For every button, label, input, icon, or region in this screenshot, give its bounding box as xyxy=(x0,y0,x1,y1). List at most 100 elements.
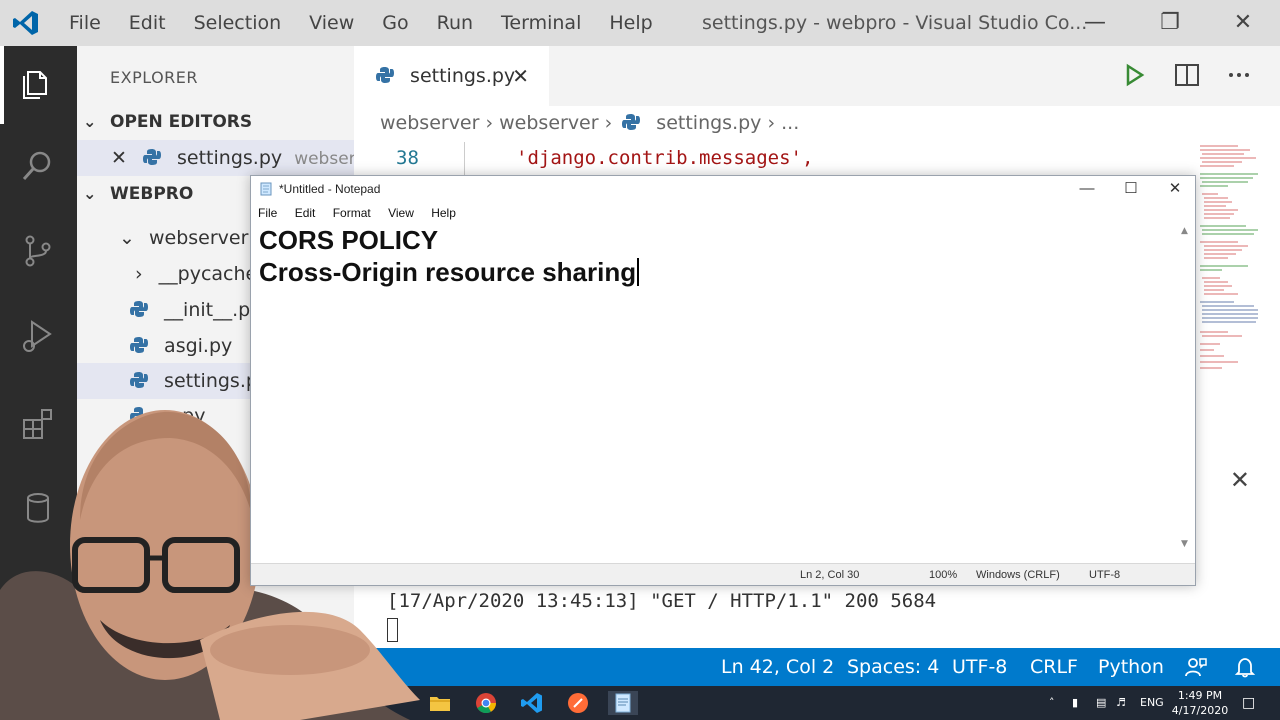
vscode-logo-icon xyxy=(13,11,38,35)
status-eol[interactable]: CRLF xyxy=(1030,648,1078,686)
notepad-menu-help[interactable]: Help xyxy=(431,206,456,220)
explorer-title: EXPLORER xyxy=(110,68,198,87)
breadcrumb-item[interactable]: ... xyxy=(781,112,799,134)
chevron-right-icon: › xyxy=(604,112,619,134)
notepad-menu-bar: File Edit Format View Help xyxy=(251,202,1195,224)
notepad-line: Cross-Origin resource sharing xyxy=(259,257,637,287)
tree-item-label: __init__.py xyxy=(164,299,262,321)
breadcrumb-item[interactable]: webserver xyxy=(499,112,598,134)
notepad-taskbar-icon[interactable] xyxy=(608,691,638,715)
menu-terminal[interactable]: Terminal xyxy=(487,12,595,34)
notepad-menu-view[interactable]: View xyxy=(388,206,414,220)
status-language[interactable]: Python xyxy=(1098,648,1164,686)
chevron-up-icon[interactable]: ˄ xyxy=(1049,686,1055,720)
vscode-taskbar-icon[interactable] xyxy=(520,691,544,715)
tab-label: settings.py xyxy=(410,65,516,87)
title-bar: File Edit Selection View Go Run Terminal… xyxy=(0,0,1280,46)
status-cursor-position[interactable]: Ln 42, Col 2 xyxy=(721,648,834,686)
minimize-button[interactable]: — xyxy=(1080,8,1110,38)
notepad-eol: Windows (CRLF) xyxy=(976,569,1060,581)
split-editor-icon[interactable] xyxy=(1172,60,1202,90)
notepad-minimize-button[interactable]: — xyxy=(1067,176,1107,202)
menu-selection[interactable]: Selection xyxy=(180,12,296,34)
close-button[interactable]: ✕ xyxy=(1228,8,1258,38)
explorer-icon[interactable] xyxy=(18,64,58,104)
close-icon[interactable]: ✕ xyxy=(111,147,127,169)
text-caret xyxy=(637,258,640,286)
close-icon[interactable]: ✕ xyxy=(512,46,529,106)
notepad-maximize-button[interactable]: ☐ xyxy=(1111,176,1151,202)
tree-item-label: __pycache xyxy=(158,263,258,285)
python-file-icon xyxy=(376,67,394,83)
menu-help[interactable]: Help xyxy=(595,12,666,34)
notepad-zoom: 100% xyxy=(929,569,958,581)
menu-bar: File Edit Selection View Go Run Terminal… xyxy=(55,0,667,46)
notepad-title: *Untitled - Notepad xyxy=(279,182,381,196)
window-title: settings.py - webpro - Visual Studio Co.… xyxy=(702,12,1088,34)
terminal-line: [17/Apr/2020 13:45:13] "GET / HTTP/1.1" … xyxy=(387,590,937,612)
source-control-icon[interactable] xyxy=(18,231,58,271)
postman-icon[interactable] xyxy=(566,691,590,715)
code-line: 'django.contrib.messages', xyxy=(516,147,814,169)
active-indicator xyxy=(0,46,4,124)
notepad-menu-edit[interactable]: Edit xyxy=(295,206,316,220)
chevron-down-icon: ⌄ xyxy=(83,184,97,203)
notepad-window: *Untitled - Notepad — ☐ ✕ File Edit Form… xyxy=(250,175,1196,586)
open-editor-item[interactable]: ✕ settings.py webser... xyxy=(77,140,354,176)
line-number: 38 xyxy=(396,147,419,169)
run-debug-icon[interactable] xyxy=(18,316,58,356)
taskbar-clock[interactable]: 1:49 PM 4/17/2020 xyxy=(1170,688,1230,718)
notepad-text-area[interactable]: CORS POLICY Cross-Origin resource sharing xyxy=(259,224,1169,549)
search-icon[interactable] xyxy=(18,146,58,186)
project-label: WEBPRO xyxy=(110,184,194,204)
breadcrumb-item[interactable]: webserver xyxy=(380,112,479,134)
chevron-right-icon: › xyxy=(135,263,143,285)
python-file-icon xyxy=(130,372,148,388)
notepad-encoding: UTF-8 xyxy=(1089,569,1121,581)
more-actions-icon[interactable] xyxy=(1224,60,1254,90)
notepad-line: CORS POLICY xyxy=(259,225,439,255)
notification-icon[interactable]: □ xyxy=(1242,686,1255,720)
menu-run[interactable]: Run xyxy=(423,12,487,34)
status-indentation[interactable]: Spaces: 4 xyxy=(847,648,939,686)
notepad-vertical-scrollbar[interactable]: ▲ ▼ xyxy=(1178,224,1195,551)
notepad-cursor-position: Ln 2, Col 30 xyxy=(800,569,860,581)
menu-view[interactable]: View xyxy=(295,12,368,34)
language-indicator[interactable]: ENG xyxy=(1140,686,1164,720)
chevron-right-icon: › xyxy=(767,112,782,134)
breadcrumb-item[interactable]: settings.py xyxy=(656,112,761,134)
bell-icon[interactable] xyxy=(1234,656,1256,678)
notepad-icon xyxy=(260,182,272,196)
notepad-status-bar: Ln 2, Col 30 100% Windows (CRLF) UTF-8 xyxy=(251,563,1195,585)
scroll-down-icon[interactable]: ▼ xyxy=(1181,539,1188,549)
run-icon[interactable] xyxy=(1119,60,1149,90)
menu-edit[interactable]: Edit xyxy=(115,12,180,34)
menu-go[interactable]: Go xyxy=(368,12,422,34)
python-file-icon xyxy=(130,301,148,317)
open-editors-label: OPEN EDITORS xyxy=(110,112,253,132)
notepad-close-button[interactable]: ✕ xyxy=(1155,176,1195,202)
feedback-icon[interactable] xyxy=(1184,656,1208,678)
scroll-up-icon[interactable]: ▲ xyxy=(1181,226,1188,236)
status-encoding[interactable]: UTF-8 xyxy=(952,648,1007,686)
restore-button[interactable]: ❐ xyxy=(1155,8,1185,38)
notepad-menu-format[interactable]: Format xyxy=(333,206,371,220)
breadcrumb: webserver › webserver › settings.py › ..… xyxy=(354,106,1280,142)
tree-item-label: asgi.py xyxy=(164,335,233,357)
battery-icon[interactable]: ▮ xyxy=(1072,686,1078,720)
chrome-icon[interactable] xyxy=(474,691,498,715)
network-icon[interactable]: ▤ xyxy=(1096,686,1106,720)
file-explorer-icon[interactable] xyxy=(428,691,452,715)
tab-settings[interactable]: settings.py ✕ xyxy=(354,46,549,106)
close-icon[interactable]: ✕ xyxy=(1230,466,1250,494)
python-file-icon xyxy=(142,149,161,165)
menu-file[interactable]: File xyxy=(55,12,115,34)
notepad-menu-file[interactable]: File xyxy=(258,206,277,220)
clock-date: 4/17/2020 xyxy=(1171,704,1229,717)
open-editor-name: settings.py xyxy=(177,147,283,169)
open-editors-section[interactable]: ⌄ OPEN EDITORS xyxy=(77,105,354,139)
volume-icon[interactable]: ♬ xyxy=(1116,686,1126,720)
minimap[interactable] xyxy=(1198,142,1264,382)
python-file-icon xyxy=(130,337,148,353)
clock-time: 1:49 PM xyxy=(1177,689,1223,702)
